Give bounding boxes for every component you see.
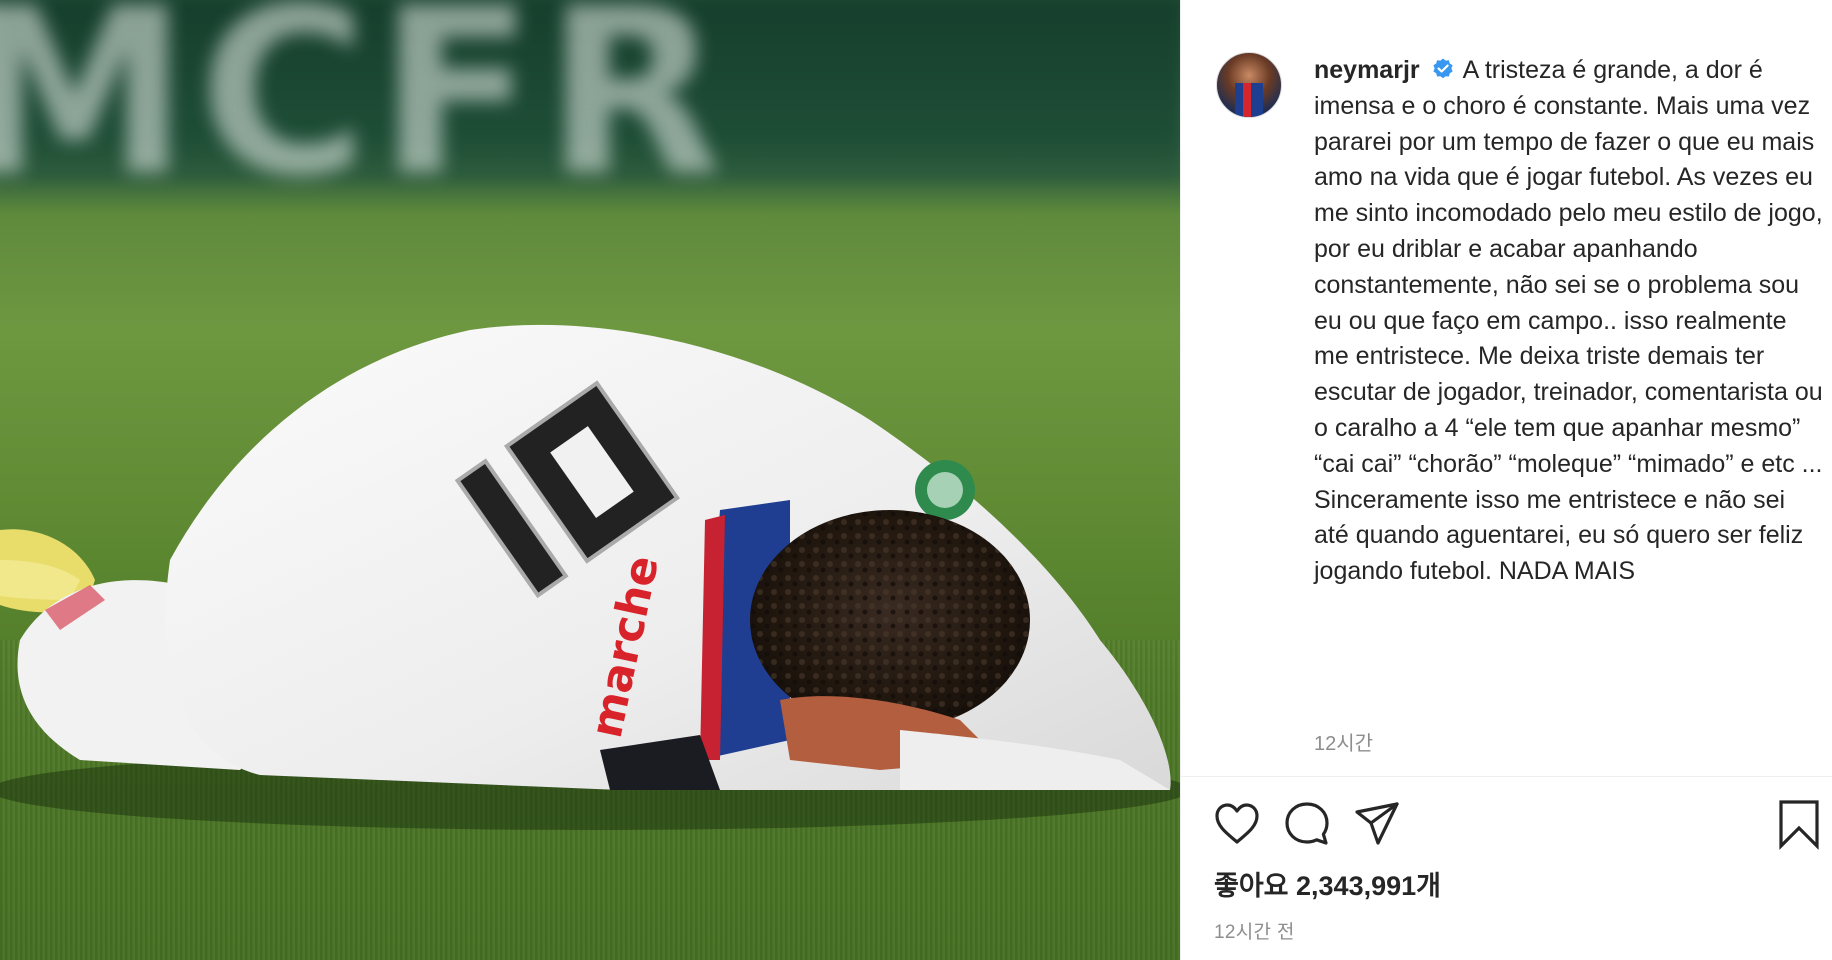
instagram-post-view: MCFR marche neymarjr A tristeza é grande… xyxy=(0,0,1832,960)
player-illustration: marche xyxy=(0,324,1180,830)
comment-bubble-icon[interactable] xyxy=(1281,798,1333,850)
likes-count[interactable]: 좋아요 2,343,991개 xyxy=(1214,864,1441,903)
post-timestamp: 12시간 전 xyxy=(1214,922,1295,943)
send-paper-plane-icon[interactable] xyxy=(1351,798,1403,850)
verified-badge-icon xyxy=(1432,58,1453,79)
post-photo[interactable]: MCFR marche xyxy=(0,0,1180,960)
caption-text-2: Sinceramente isso me entristece e não se… xyxy=(1314,485,1804,586)
post-details-panel: neymarjr A tristeza é grande, a dor é im… xyxy=(1180,0,1832,960)
heart-icon[interactable] xyxy=(1211,798,1263,850)
player-jersey xyxy=(165,324,1171,790)
avatar-shirt-stripe xyxy=(1243,83,1251,117)
action-bar xyxy=(1181,798,1832,850)
username-link[interactable]: neymarjr xyxy=(1314,56,1420,84)
bookmark-icon[interactable] xyxy=(1773,798,1825,850)
caption-timestamp: 12시간 xyxy=(1314,733,1374,755)
section-divider xyxy=(1181,776,1832,777)
post-caption: neymarjr A tristeza é grande, a dor é im… xyxy=(1314,53,1824,590)
profile-avatar[interactable] xyxy=(1216,52,1282,118)
caption-text-1: A tristeza é grande, a dor é imensa e o … xyxy=(1314,56,1823,478)
